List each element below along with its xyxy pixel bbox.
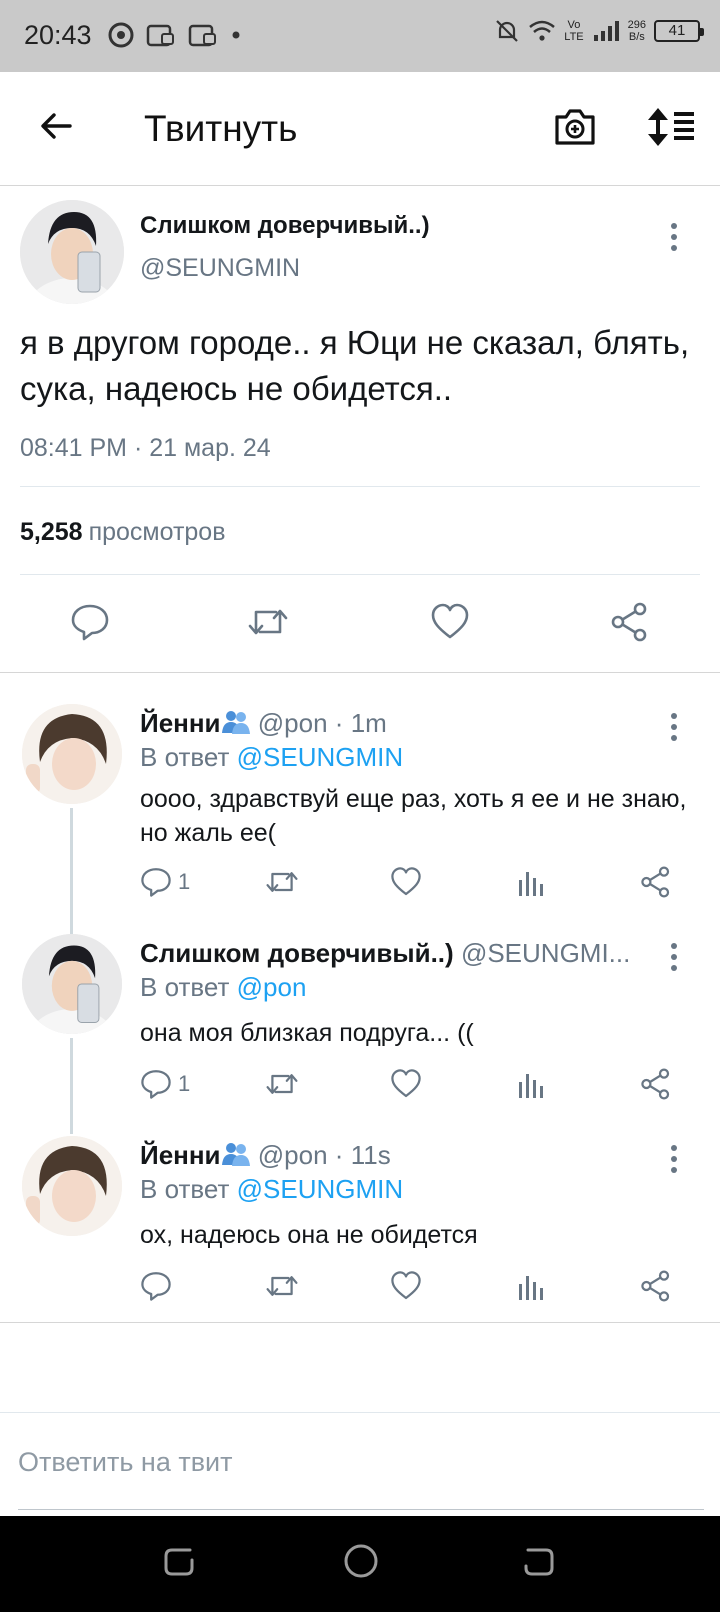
mention-link[interactable]: @pon [237, 972, 307, 1002]
separator-dot: · [334, 708, 344, 738]
avatar[interactable] [22, 934, 122, 1034]
share-icon[interactable] [640, 1068, 672, 1100]
bell-off-icon [496, 20, 519, 42]
thread-connector [70, 808, 73, 934]
author-handle[interactable]: @SEUNGMIN [140, 254, 300, 283]
status-notification-icons [108, 22, 242, 48]
avatar[interactable] [22, 704, 122, 804]
status-system-icons: Vo LTE 296 B/s 41 [494, 18, 704, 44]
share-icon[interactable] [640, 866, 672, 898]
reply-header: Слишком доверчивый..) @SEUNGMI... [140, 938, 630, 969]
replying-to: В ответ @SEUNGMIN [140, 1174, 404, 1204]
reply-text: оооо, здравствуй еще раз, хоть я ее и не… [140, 785, 687, 847]
mention-link[interactable]: @SEUNGMIN [237, 742, 404, 772]
like-icon[interactable] [430, 602, 470, 642]
views-icon[interactable] [516, 1068, 546, 1100]
views-stat: 5,258 просмотров [20, 518, 226, 547]
reply-header: Йенни @pon · 1m [140, 708, 387, 739]
more-options-icon[interactable] [668, 222, 680, 252]
like-icon[interactable] [390, 866, 422, 898]
recents-icon[interactable] [162, 1544, 196, 1580]
like-icon[interactable] [390, 1068, 422, 1100]
tweet-text: я в другом городе.. я Юци не сказал, бля… [20, 324, 690, 407]
more-options-icon[interactable] [668, 712, 680, 742]
retweet-icon[interactable] [246, 602, 290, 642]
reply-time: 1m [350, 708, 387, 738]
tweet-timestamp: 08:41 PM · 21 мар. 24 [20, 434, 271, 462]
replying-to: В ответ @SEUNGMIN [140, 742, 404, 772]
volte-label: Vo LTE [564, 19, 584, 43]
sort-icon[interactable] [646, 106, 696, 148]
lock-folder-icon-2 [188, 24, 216, 47]
battery-indicator: 41 [654, 20, 704, 42]
views-count: 5,258 [20, 518, 83, 546]
app-header: Твитнуть [0, 72, 720, 186]
reply-author-name[interactable]: Йенни [140, 708, 221, 738]
retweet-icon[interactable] [264, 1068, 300, 1100]
more-options-icon[interactable] [668, 1144, 680, 1174]
reply-text: она моя близкая подруга... (( [140, 1019, 474, 1047]
input-underline [18, 1509, 704, 1510]
reply-handle[interactable]: @SEUNGMI... [461, 938, 630, 968]
views-icon[interactable] [516, 866, 546, 898]
reply-handle[interactable]: @pon [258, 708, 328, 738]
chrome-icon [108, 22, 134, 48]
thread-connector [70, 1038, 73, 1134]
back-arrow-icon[interactable] [36, 106, 76, 146]
separator-dot: · [334, 1140, 344, 1170]
camera-plus-icon[interactable] [553, 105, 597, 149]
retweet-icon[interactable] [264, 1270, 300, 1302]
reply-input[interactable]: Ответить на твит [18, 1447, 233, 1478]
reply-icon[interactable] [140, 1270, 172, 1302]
reply-time: 11s [350, 1140, 391, 1170]
reply-icon[interactable] [140, 866, 172, 898]
reply-handle[interactable]: @pon [258, 1140, 328, 1170]
reply-icon[interactable] [140, 1068, 172, 1100]
reply-text: ох, надеюсь она не обидется [140, 1221, 478, 1249]
reply-action[interactable]: 1 [140, 866, 190, 898]
divider [20, 486, 700, 487]
reply-icon[interactable] [70, 602, 110, 642]
reply-composer[interactable]: Ответить на твит [0, 1412, 720, 1514]
notification-dot-icon [232, 31, 240, 39]
reply-action[interactable]: 1 [140, 1068, 190, 1100]
reply-header: Йенни @pon · 11s [140, 1140, 391, 1171]
like-icon[interactable] [390, 1270, 422, 1302]
views-label: просмотров [88, 518, 226, 546]
wifi-icon [529, 20, 556, 41]
people-emoji-icon [221, 1143, 250, 1166]
home-icon[interactable] [342, 1542, 380, 1580]
divider [20, 574, 700, 575]
net-speed: 296 B/s [627, 19, 646, 43]
more-options-icon[interactable] [668, 942, 680, 972]
status-bar: 20:43 Vo LTE 296 B/s 41 [0, 0, 720, 72]
mention-link[interactable]: @SEUNGMIN [237, 1174, 404, 1204]
page-title: Твитнуть [144, 108, 298, 149]
reply-count: 1 [178, 1071, 191, 1096]
status-time: 20:43 [24, 20, 92, 50]
author-name[interactable]: Слишком доверчивый..) [140, 212, 430, 240]
avatar[interactable] [22, 1136, 122, 1236]
back-nav-icon[interactable] [522, 1544, 556, 1580]
lock-folder-icon [146, 24, 174, 47]
reply-author-name[interactable]: Слишком доверчивый..) [140, 938, 454, 968]
share-icon[interactable] [610, 602, 650, 642]
share-icon[interactable] [640, 1270, 672, 1302]
people-emoji-icon [221, 711, 250, 734]
retweet-icon[interactable] [264, 866, 300, 898]
section-divider [0, 672, 720, 673]
views-icon[interactable] [516, 1270, 546, 1302]
section-divider [0, 1322, 720, 1323]
avatar[interactable] [20, 200, 124, 304]
signal-icon [593, 21, 619, 41]
replying-to: В ответ @pon [140, 972, 307, 1002]
reply-author-name[interactable]: Йенни [140, 1140, 221, 1170]
system-nav-bar [0, 1516, 720, 1612]
reply-count: 1 [178, 869, 191, 894]
